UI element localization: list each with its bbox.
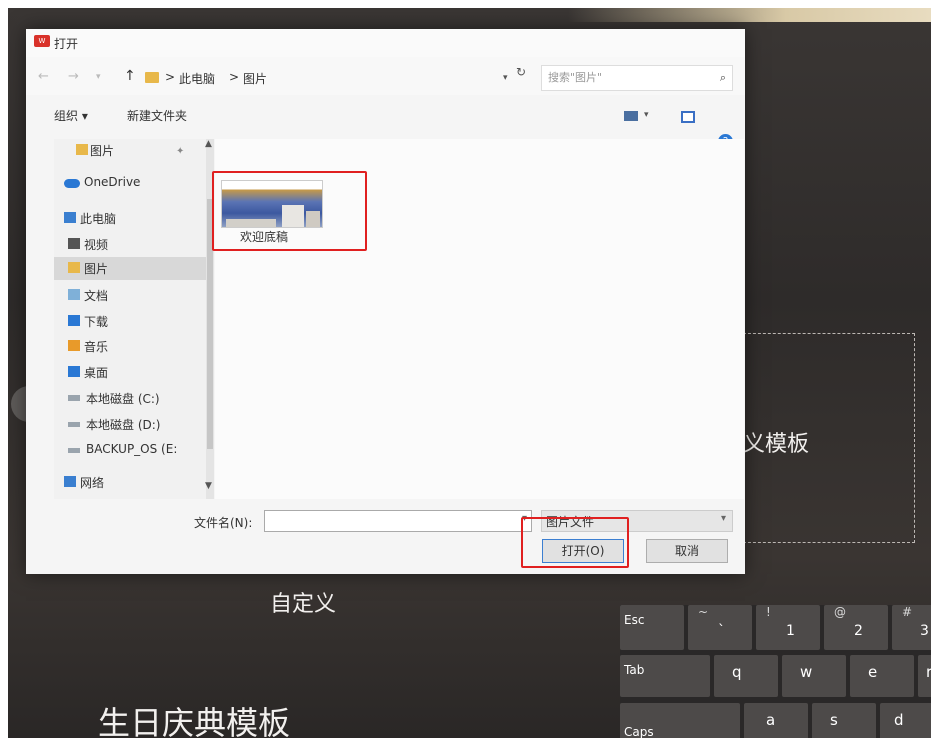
search-box[interactable]: 搜索"图片" ⌕ xyxy=(541,65,733,91)
sidebar-item-music[interactable]: 音乐 xyxy=(54,335,206,358)
search-icon[interactable]: ⌕ xyxy=(720,71,726,85)
address-bar: ← → ▾ ↑ > 此电脑 > 图片 ▾ ↻ 搜索"图片" ⌕ xyxy=(26,57,745,95)
pictures-icon xyxy=(76,144,88,155)
sidebar-item-pictures[interactable]: 图片 xyxy=(54,257,206,280)
computer-icon xyxy=(64,212,76,223)
up-folder-icon[interactable]: ↑ xyxy=(124,68,136,84)
file-highlight-annotation xyxy=(212,171,367,251)
forward-nav-icon[interactable]: → xyxy=(68,69,79,84)
breadcrumb-this-pc[interactable]: 此电脑 xyxy=(179,70,215,87)
pictures-folder-icon xyxy=(145,72,159,83)
recent-locations-icon[interactable]: ▾ xyxy=(96,72,101,82)
custom-label: 自定义 xyxy=(270,592,337,617)
path-dropdown-icon[interactable]: ▾ xyxy=(503,73,508,83)
search-placeholder: 搜索"图片" xyxy=(548,71,603,84)
back-nav-icon[interactable]: ← xyxy=(38,69,49,84)
chevron-down-icon: ▾ xyxy=(720,513,726,524)
key-3[interactable]: #3 xyxy=(892,605,931,650)
cloud-icon xyxy=(64,179,80,188)
navigation-pane: 图片 OneDrive 此电脑 视频 图片 文档 下载 音乐 桌面 本地磁盘 (… xyxy=(54,139,206,499)
sidebar-item-videos[interactable]: 视频 xyxy=(54,233,206,256)
cancel-button[interactable]: 取消 xyxy=(646,539,728,563)
key-caps[interactable]: Caps xyxy=(620,703,740,738)
sidebar-item-drive-d[interactable]: 本地磁盘 (D:) xyxy=(54,413,206,436)
sidebar-item-network[interactable]: 网络 xyxy=(54,471,206,494)
filename-label: 文件名(N): xyxy=(194,516,253,530)
on-screen-keyboard: Esc ~ ` ! 1 @2 #3 Tab q w e r Caps a s d xyxy=(620,605,931,738)
pictures-icon xyxy=(68,262,80,273)
pin-icon[interactable]: ✦ xyxy=(176,146,184,157)
key-a[interactable]: a xyxy=(744,703,808,738)
sidebar-item-this-pc[interactable]: 此电脑 xyxy=(54,207,206,230)
touchscreen-display: 义模板 自定义 生日庆典模板 ‹ Esc ~` !1 @2 #3 Tab q w… xyxy=(8,8,931,738)
key-e[interactable]: e xyxy=(850,655,914,697)
template-fragment-label: 义模板 xyxy=(743,432,810,457)
sidebar-item-onedrive[interactable]: OneDrive xyxy=(54,172,206,195)
download-icon xyxy=(68,315,80,326)
sidebar-item-drive-e[interactable]: BACKUP_OS (E: xyxy=(54,439,206,462)
dialog-toolbar: 组织 ▾ 新建文件夹 ▾ xyxy=(26,101,745,131)
dialog-titlebar: W 打开 xyxy=(26,29,745,57)
key-1[interactable]: ! 1 xyxy=(756,605,820,650)
key-s[interactable]: s xyxy=(812,703,876,738)
key-2[interactable]: @2 xyxy=(824,605,888,650)
sidebar-item-desktop[interactable]: 桌面 xyxy=(54,361,206,384)
key-d[interactable]: d xyxy=(880,703,931,738)
drive-icon xyxy=(68,422,80,427)
open-button-highlight-annotation xyxy=(521,517,629,568)
network-icon xyxy=(64,476,76,487)
sidebar-item-drive-c[interactable]: 本地磁盘 (C:) xyxy=(54,387,206,410)
key-tab[interactable]: Tab xyxy=(620,655,710,697)
drive-icon xyxy=(68,448,80,453)
open-file-dialog: W 打开 ✕ ← → ▾ ↑ > 此电脑 > 图片 ▾ ↻ 搜索"图片" ⌕ xyxy=(26,29,745,574)
key-esc[interactable]: Esc xyxy=(620,605,684,650)
desktop-icon xyxy=(68,366,80,377)
filename-field[interactable] xyxy=(265,511,509,532)
sidebar-item-documents[interactable]: 文档 xyxy=(54,284,206,307)
key-r[interactable]: r xyxy=(918,655,931,697)
scroll-down-icon[interactable]: ▼ xyxy=(205,481,212,491)
new-folder-button[interactable]: 新建文件夹 xyxy=(127,107,187,124)
app-logo-icon: W xyxy=(34,35,50,47)
path-breadcrumb[interactable]: > 此电脑 > 图片 ▾ xyxy=(143,67,523,89)
view-dropdown-icon[interactable]: ▾ xyxy=(644,110,649,120)
organize-button[interactable]: 组织 ▾ xyxy=(54,107,88,124)
video-folder-icon xyxy=(68,238,80,249)
drive-icon xyxy=(68,395,80,401)
view-options-icon[interactable] xyxy=(624,111,638,121)
dialog-bottom-bar: 文件名(N): ▾ 图片文件 ▾ 打开(O) 取消 xyxy=(26,499,745,574)
filename-input[interactable]: ▾ xyxy=(264,510,532,532)
birthday-template-label: 生日庆典模板 xyxy=(98,704,291,738)
dialog-title: 打开 xyxy=(54,37,79,51)
key-w[interactable]: w xyxy=(782,655,846,697)
refresh-icon[interactable]: ↻ xyxy=(516,65,526,79)
preview-pane-icon[interactable] xyxy=(681,111,695,123)
key-q[interactable]: q xyxy=(714,655,778,697)
documents-icon xyxy=(68,289,80,300)
music-icon xyxy=(68,340,80,351)
breadcrumb-pictures[interactable]: 图片 xyxy=(243,70,267,87)
sidebar-item-downloads[interactable]: 下载 xyxy=(54,310,206,333)
screen-glare xyxy=(568,8,931,22)
key-tilde[interactable]: ~ ` xyxy=(688,605,752,650)
scroll-up-icon[interactable]: ▲ xyxy=(205,139,212,149)
